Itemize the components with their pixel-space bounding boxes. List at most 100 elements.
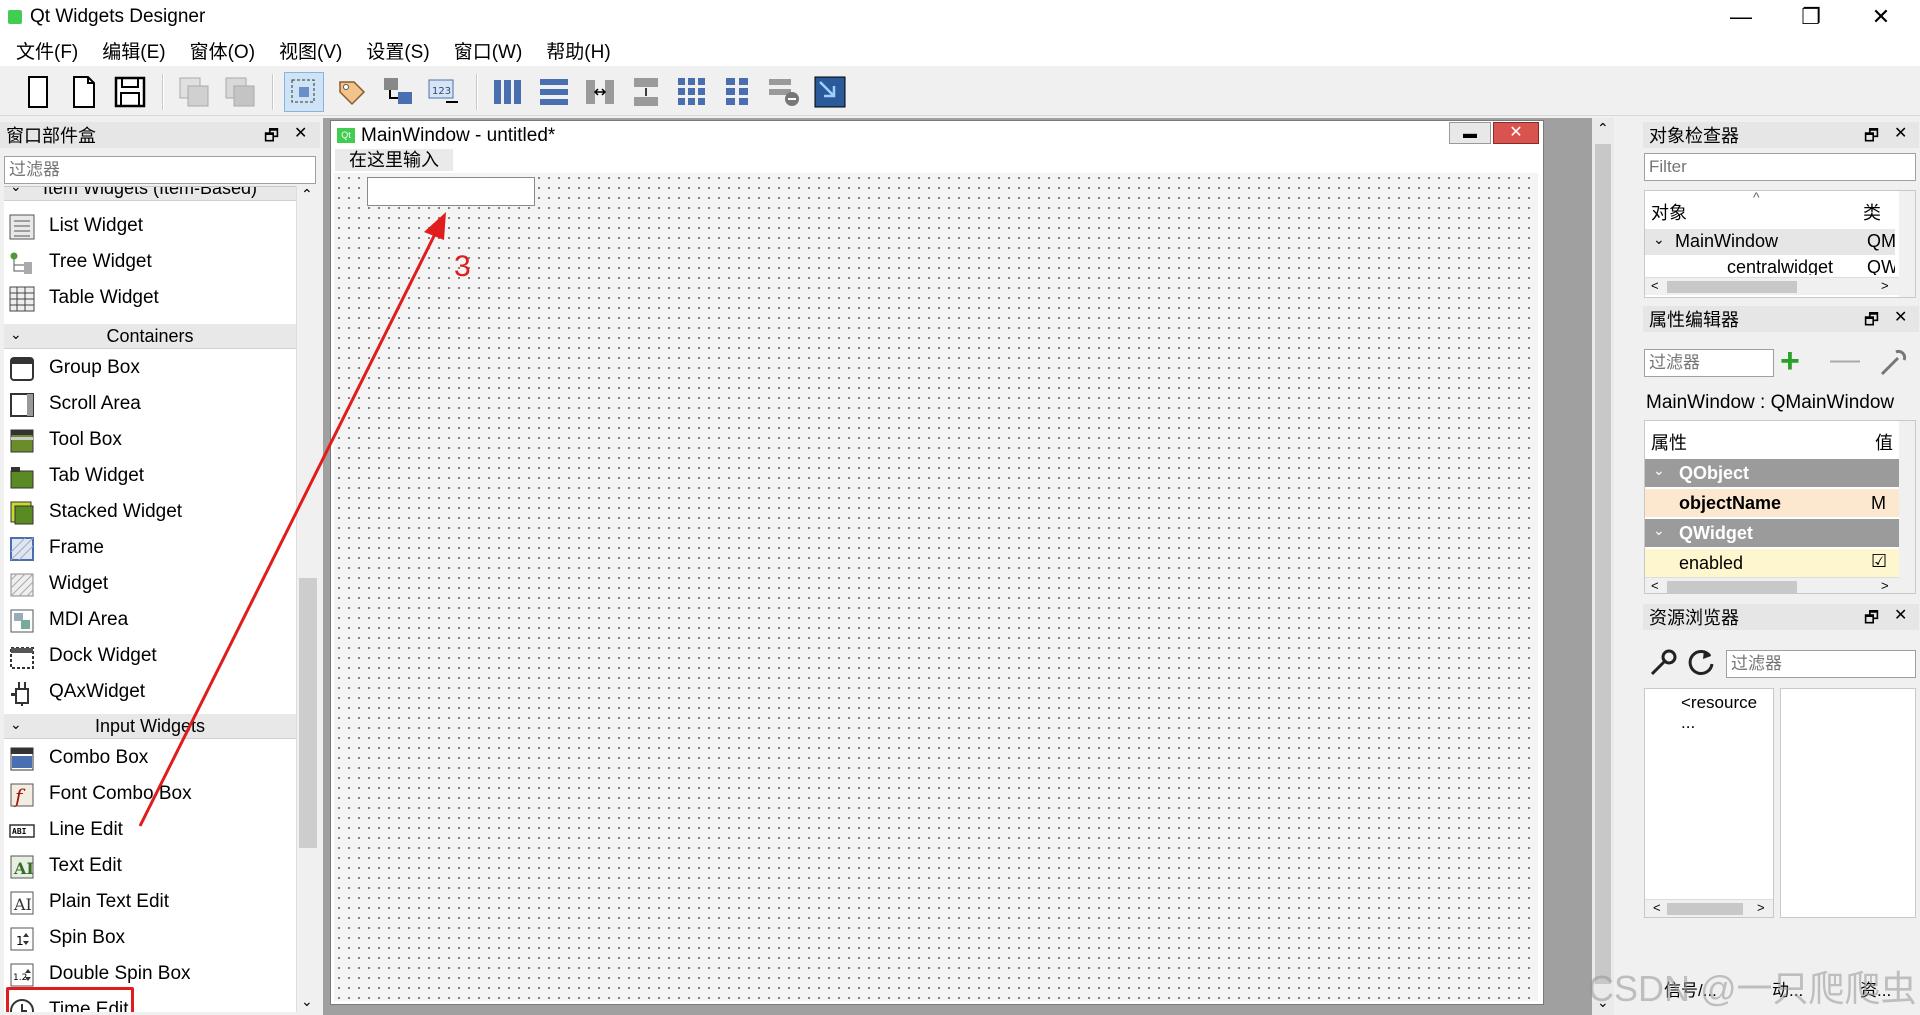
float-icon[interactable]: 🗗 [1864, 125, 1879, 152]
menu-settings[interactable]: 设置(S) [354, 37, 441, 64]
vertical-scrollbar[interactable] [1899, 421, 1915, 593]
menu-help[interactable]: 帮助(H) [534, 37, 622, 64]
chevron-down-icon[interactable]: ⌄ [1653, 522, 1665, 539]
tree-row-mainwindow[interactable]: ⌄ MainWindow QM [1645, 229, 1896, 255]
property-group-qobject[interactable]: ⌄ QObject [1645, 459, 1899, 487]
widget-item-tool-box[interactable]: Tool Box [4, 423, 296, 459]
form-minimize-button[interactable]: ▬ [1449, 122, 1491, 144]
horizontal-scrollbar[interactable]: < > [1645, 899, 1773, 917]
reload-icon[interactable] [1684, 646, 1718, 680]
paste-icon[interactable] [222, 74, 258, 110]
layout-vertical-icon[interactable] [536, 74, 572, 110]
menu-form[interactable]: 窗体(O) [178, 37, 267, 64]
layout-horizontal-icon[interactable] [490, 74, 526, 110]
add-property-icon[interactable]: + [1780, 342, 1800, 381]
resource-browser-filter-input[interactable] [1726, 650, 1916, 678]
form-menu-type-here[interactable]: 在这里输入 [335, 149, 453, 171]
widget-box-scrollbar[interactable]: ⌃ ⌄ [296, 186, 318, 1012]
chevron-up-icon[interactable]: ⌃ [301, 186, 313, 203]
widget-item-stacked-widget[interactable]: Stacked Widget [4, 495, 296, 531]
widget-item-line-edit[interactable]: ABI Line Edit [4, 813, 296, 849]
close-icon[interactable]: ✕ [1894, 307, 1907, 327]
form-window[interactable]: Qt MainWindow - untitled* ▬ ✕ 在这里输入 [330, 120, 1544, 1005]
widget-item-plain-text-edit[interactable]: AI Plain Text Edit [4, 885, 296, 921]
property-row-objectname[interactable]: objectName M [1645, 489, 1899, 517]
vertical-scrollbar[interactable] [1899, 191, 1915, 297]
new-form-icon[interactable] [20, 74, 56, 110]
widget-item-group-box[interactable]: Group Box [4, 351, 296, 387]
enabled-checkbox[interactable]: ☑ [1871, 551, 1887, 572]
widget-item-table-widget[interactable]: Table Widget [4, 281, 296, 317]
chevron-down-icon[interactable]: ⌄ [301, 993, 313, 1010]
widget-item-text-edit[interactable]: AI Text Edit [4, 849, 296, 885]
edit-signals-slots-icon[interactable] [380, 74, 416, 110]
float-icon[interactable]: 🗗 [1864, 309, 1879, 336]
tree-row-centralwidget[interactable]: centralwidget QW [1645, 255, 1895, 275]
category-item-widgets[interactable]: ⌄ Item Widgets (Item-Based) [4, 187, 296, 201]
widget-item-qaxwidget[interactable]: QAxWidget [4, 675, 296, 711]
configure-wrench-icon[interactable] [1876, 346, 1910, 380]
close-icon[interactable]: ✕ [294, 123, 307, 143]
menu-edit[interactable]: 编辑(E) [90, 37, 177, 64]
edit-buddies-icon[interactable] [334, 74, 370, 110]
menu-window[interactable]: 窗口(W) [442, 37, 535, 64]
widget-item-mdi-area[interactable]: MDI Area [4, 603, 296, 639]
placed-line-edit[interactable] [367, 177, 535, 206]
horizontal-scrollbar[interactable]: < > [1645, 577, 1899, 593]
property-group-qwidget[interactable]: ⌄ QWidget [1645, 519, 1899, 547]
column-header-class[interactable]: 类 [1863, 199, 1881, 225]
copy-icon[interactable] [176, 74, 212, 110]
float-icon[interactable]: 🗗 [1864, 607, 1879, 634]
form-close-button[interactable]: ✕ [1493, 122, 1539, 144]
maximize-button[interactable]: ❐ [1776, 0, 1846, 34]
scrollbar-thumb[interactable] [1595, 144, 1611, 984]
edit-tab-order-icon[interactable]: 123 [426, 74, 462, 110]
menu-view[interactable]: 视图(V) [267, 37, 354, 64]
column-header-property[interactable]: 属性 [1651, 429, 1687, 455]
close-icon[interactable]: ✕ [1894, 605, 1907, 625]
widget-item-frame[interactable]: Frame [4, 531, 296, 567]
edit-widgets-icon[interactable] [284, 72, 324, 112]
property-editor-filter-input[interactable] [1644, 349, 1774, 377]
widget-item-tree-widget[interactable]: Tree Widget [4, 245, 296, 281]
minimize-button[interactable]: — [1706, 0, 1776, 34]
float-icon[interactable]: 🗗 [264, 125, 279, 152]
break-layout-icon[interactable] [766, 74, 802, 110]
save-form-icon[interactable] [112, 74, 148, 110]
resource-root[interactable]: <resource ... [1681, 693, 1773, 733]
widget-item-dock-widget[interactable]: Dock Widget [4, 639, 296, 675]
widget-item-list-widget[interactable]: List Widget [4, 209, 296, 245]
widget-box-filter-input[interactable] [4, 156, 316, 184]
adjust-size-icon[interactable] [812, 74, 848, 110]
widget-item-scroll-area[interactable]: Scroll Area [4, 387, 296, 423]
widget-item-font-combo-box[interactable]: f Font Combo Box [4, 777, 296, 813]
layout-form-icon[interactable] [720, 74, 756, 110]
edit-resources-wrench-icon[interactable] [1646, 646, 1680, 680]
remove-property-icon[interactable]: — [1830, 343, 1860, 377]
column-header-object[interactable]: 对象 [1651, 199, 1687, 225]
scrollbar-thumb[interactable] [299, 578, 317, 848]
form-title-bar[interactable]: Qt MainWindow - untitled* ▬ ✕ [331, 121, 1543, 147]
layout-horizontal-splitter-icon[interactable] [582, 74, 618, 110]
open-form-icon[interactable] [66, 74, 102, 110]
widget-item-widget[interactable]: Widget [4, 567, 296, 603]
form-canvas-grid[interactable] [334, 173, 1538, 1001]
object-inspector-filter-input[interactable] [1644, 153, 1916, 181]
category-containers[interactable]: ⌄ Containers [4, 323, 296, 349]
chevron-down-icon[interactable]: ⌄ [1653, 462, 1665, 479]
close-icon[interactable]: ✕ [1894, 123, 1907, 143]
property-row-enabled[interactable]: enabled ☑ [1645, 549, 1899, 577]
editor-vertical-scrollbar[interactable]: ⌃ ⌄ [1592, 118, 1614, 1015]
widget-item-combo-box[interactable]: Combo Box [4, 741, 296, 777]
layout-grid-icon[interactable] [674, 74, 710, 110]
horizontal-scrollbar[interactable]: < > [1645, 277, 1899, 295]
chevron-up-icon[interactable]: ⌃ [1597, 120, 1609, 137]
close-button[interactable]: ✕ [1846, 0, 1916, 34]
layout-vertical-splitter-icon[interactable] [628, 74, 664, 110]
column-header-value[interactable]: 值 [1875, 429, 1893, 455]
widget-item-tab-widget[interactable]: Tab Widget [4, 459, 296, 495]
menu-file[interactable]: 文件(F) [4, 37, 90, 64]
widget-item-spin-box[interactable]: 1 Spin Box [4, 921, 296, 957]
category-input-widgets[interactable]: ⌄ Input Widgets [4, 713, 296, 739]
chevron-down-icon[interactable]: ⌄ [1653, 231, 1665, 248]
